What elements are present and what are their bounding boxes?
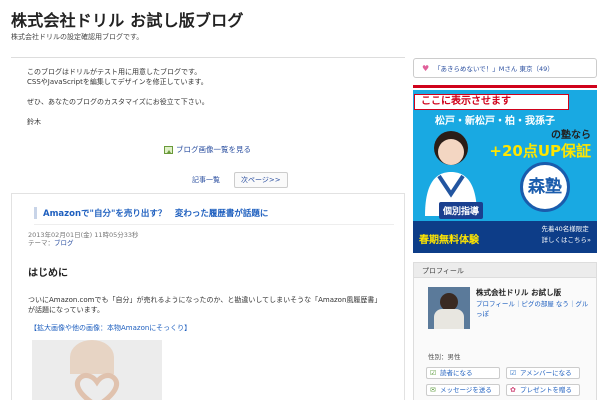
reader-message-link[interactable]: ♥ 「あきらめないで！」Mさん 東京（49）: [413, 58, 597, 78]
entry-list-link[interactable]: 記事一覧: [192, 175, 220, 185]
message-icon: ✉: [430, 386, 436, 394]
profile-gender: 性別：男性: [428, 353, 461, 361]
entry-body: ついにAmazon.comでも「自分」が売れるようになったのか、と勘違いしてしま…: [28, 295, 398, 315]
ad-banner[interactable]: ここに表示させます 松戸・新松戸・柏・我孫子 の塾なら +20点UP保証 森塾 …: [413, 90, 597, 253]
send-present-button[interactable]: ✿ プレゼントを贈る: [506, 384, 580, 396]
button-label: アメンバーになる: [520, 369, 572, 377]
ad-kobetsu-label: 個別指導: [439, 202, 484, 219]
gallery-link-label: ブログ画像一覧を見る: [176, 145, 251, 154]
button-label: プレゼントを贈る: [520, 386, 572, 394]
ad-details-link[interactable]: 詳しくはこちら»: [542, 235, 591, 246]
next-page-button[interactable]: 次ページ>>: [234, 172, 288, 188]
ad-limit-text: 先着40名様限定 詳しくはこちら»: [542, 224, 591, 246]
profile-links[interactable]: プロフィール｜ピグの部屋 なう｜グルっぽ: [476, 299, 591, 319]
become-reader-button[interactable]: ☑ 読者になる: [426, 367, 500, 379]
entry-paragraph: ついにAmazon.comでも「自分」が売れるようになったのか、と勘違いしてしま…: [28, 296, 382, 304]
heart-hands-icon: [74, 372, 120, 400]
ad-placeholder-label: ここに表示させます: [414, 94, 569, 110]
gallery-link[interactable]: ブログ画像一覧を見る: [164, 144, 251, 155]
avatar[interactable]: [428, 287, 470, 329]
entry-theme-link[interactable]: ブログ: [54, 239, 74, 247]
entry-title[interactable]: Amazonで"自分"を売り出す？ 変わった履歴書が話題に: [34, 207, 268, 219]
button-label: メッセージを送る: [440, 386, 492, 394]
send-message-button[interactable]: ✉ メッセージを送る: [426, 384, 500, 396]
enlarge-image-link[interactable]: 【拡大画像や他の画像：本物Amazonにそっくり】: [30, 323, 191, 333]
amember-icon: ☑: [510, 369, 517, 377]
intro-message: このブログはドリルがテスト用に用意したブログです。 CSSやJavaScript…: [27, 67, 209, 127]
become-amember-button[interactable]: ☑ アメンバーになる: [506, 367, 580, 379]
pager: 記事一覧 次ページ>>: [192, 172, 288, 188]
ad-bottom-band: 春期無料体験 先着40名様限定 詳しくはこちら»: [413, 221, 597, 253]
intro-line: CSSやJavaScriptを編集してデザインを修正しています。: [27, 78, 208, 86]
profile-box: プロフィール 株式会社ドリル お試し版 プロフィール｜ピグの部屋 なう｜グルっぽ…: [413, 262, 597, 400]
entry-photo[interactable]: [32, 340, 162, 400]
heart-icon: ♥: [422, 64, 430, 73]
intro-line: ぜひ、あなたのブログのカスタマイズにお役立て下さい。: [27, 98, 209, 106]
intro-line: このブログはドリルがテスト用に用意したブログです。: [27, 68, 202, 76]
blog-title[interactable]: 株式会社ドリル お試し版ブログ: [11, 7, 244, 31]
notice-label: 「あきらめないで！」Mさん 東京（49）: [434, 65, 554, 73]
image-icon: [164, 145, 173, 154]
intro-signature: 鈴木: [27, 118, 41, 126]
entry-theme: テーマ：ブログ: [28, 237, 74, 247]
ad-juku-text: の塾なら: [551, 130, 591, 141]
blog-subtitle: 株式会社ドリルの設定確認用ブログです。: [11, 33, 144, 41]
ad-limit-line: 先着40名様限定: [541, 225, 589, 233]
ad-top-bar: [413, 85, 597, 88]
photo-figure: [70, 340, 114, 374]
entry-heading: はじめに: [28, 268, 68, 279]
button-label: 読者になる: [440, 369, 473, 377]
entry-theme-label: テーマ：: [28, 239, 54, 247]
gift-icon: ✿: [510, 386, 516, 394]
divider: [34, 224, 394, 225]
profile-heading: プロフィール: [414, 263, 596, 278]
blog-entry: Amazonで"自分"を売り出す？ 変わった履歴書が話題に 2013年02月01…: [11, 193, 405, 400]
divider: [11, 57, 405, 58]
reader-icon: ☑: [430, 369, 437, 377]
ad-free-trial: 春期無料体験: [419, 235, 479, 246]
ad-brand-logo: 森塾: [520, 162, 570, 212]
profile-name[interactable]: 株式会社ドリル お試し版: [476, 287, 561, 298]
entry-paragraph: が話題になっています。: [28, 306, 104, 314]
ad-guarantee-text: +20点UP保証: [489, 142, 591, 160]
